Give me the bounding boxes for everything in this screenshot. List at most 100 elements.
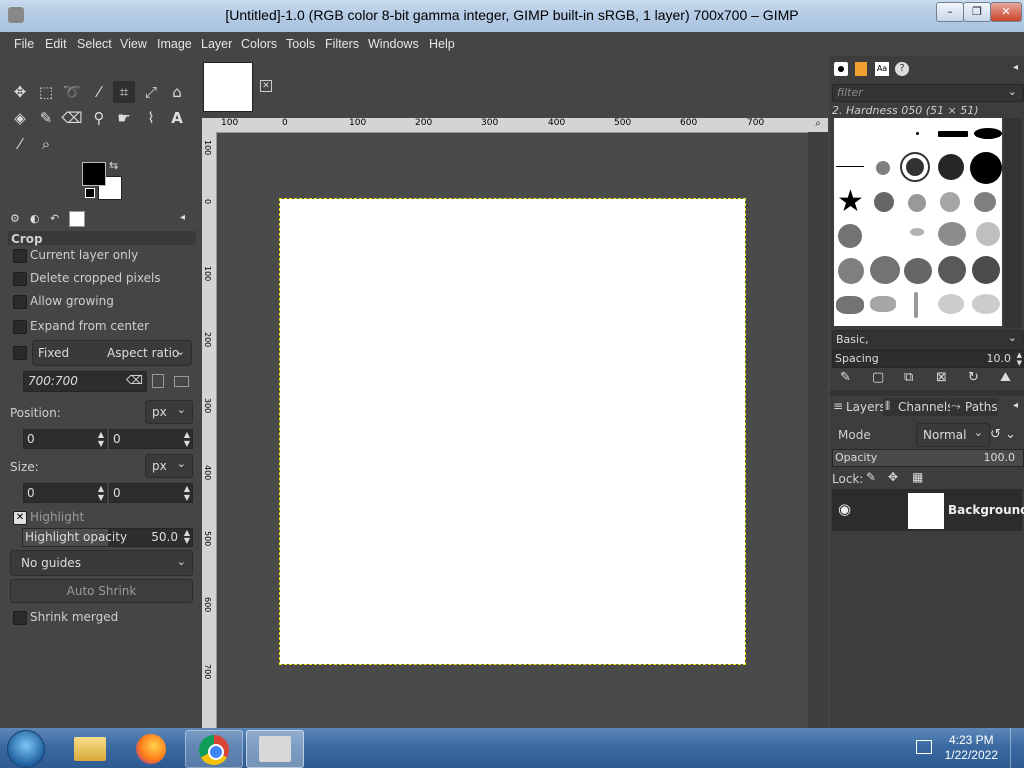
- highlight-checkbox[interactable]: ✕: [13, 511, 27, 525]
- allow-growing-checkbox[interactable]: [13, 295, 27, 309]
- quickmask-corner[interactable]: [202, 118, 216, 132]
- brush-item[interactable]: [870, 296, 896, 312]
- menu-select[interactable]: Select: [77, 37, 112, 51]
- menu-layer[interactable]: Layer: [201, 37, 232, 51]
- vertical-scrollbar[interactable]: [808, 132, 828, 728]
- menu-edit[interactable]: Edit: [45, 37, 67, 51]
- brush-item[interactable]: [904, 258, 932, 284]
- delete-brush-icon[interactable]: ⊠: [936, 370, 947, 385]
- dock-separator[interactable]: [830, 390, 1024, 396]
- menu-colors[interactable]: Colors: [241, 37, 277, 51]
- images-tab-icon[interactable]: [69, 211, 85, 227]
- brush-item[interactable]: [938, 131, 968, 137]
- close-image-tab-icon[interactable]: ✕: [260, 80, 272, 92]
- eye-icon[interactable]: ◉: [838, 500, 851, 518]
- clone-tool-icon[interactable]: ⚲: [88, 107, 110, 129]
- brush-item[interactable]: [836, 296, 864, 314]
- highlight-opacity-slider[interactable]: Highlight opacity 50.0 ▲ ▼: [22, 528, 193, 547]
- brush-item[interactable]: [938, 256, 966, 284]
- layers-tab[interactable]: ≡ Layers: [832, 398, 886, 416]
- brush-item[interactable]: [970, 152, 1002, 184]
- layer-row[interactable]: ◉ Background: [832, 489, 1024, 531]
- gimp-taskbar-icon[interactable]: [246, 730, 304, 768]
- warp-tool-icon[interactable]: ⌂: [166, 81, 188, 103]
- image-canvas[interactable]: [279, 198, 746, 665]
- text-tool-icon[interactable]: A: [166, 107, 188, 129]
- brush-item[interactable]: [910, 228, 924, 236]
- lock-pixels-icon[interactable]: ✎: [866, 470, 876, 484]
- guides-combo[interactable]: No guides ⌄: [10, 550, 193, 576]
- brush-item[interactable]: [874, 192, 894, 212]
- clear-field-icon[interactable]: ⌫: [126, 373, 143, 387]
- paths-tab[interactable]: ⤳ Paths: [950, 398, 998, 416]
- lock-position-icon[interactable]: ✥: [888, 470, 898, 484]
- spin-icon[interactable]: ▲ ▼: [184, 529, 190, 545]
- transform-tool-icon[interactable]: ⤢: [140, 81, 162, 103]
- close-button[interactable]: ✕: [990, 2, 1022, 22]
- default-colors-icon[interactable]: [85, 188, 95, 198]
- crop-tool-icon[interactable]: ⌗: [113, 81, 135, 103]
- brush-item[interactable]: [938, 154, 964, 180]
- channels-tab[interactable]: ⫴ Channels: [883, 398, 954, 416]
- show-desktop-button[interactable]: [1010, 728, 1024, 768]
- star-brush-icon[interactable]: ★: [837, 184, 864, 219]
- position-unit-combo[interactable]: px ⌄: [145, 400, 193, 424]
- menu-view[interactable]: View: [120, 37, 147, 51]
- expand-from-center-checkbox[interactable]: [13, 320, 27, 334]
- brush-tag-combo[interactable]: Basic, ⌄: [832, 330, 1024, 350]
- eraser-tool-icon[interactable]: ⌫: [61, 107, 83, 129]
- spin-icon[interactable]: ▲ ▼: [184, 430, 190, 448]
- reset-mode-icon[interactable]: ↺ ⌄: [990, 427, 1016, 442]
- fonts-tab-icon[interactable]: Aa: [875, 62, 889, 76]
- duplicate-brush-icon[interactable]: ⧉: [904, 370, 913, 385]
- menu-image[interactable]: Image: [157, 37, 192, 51]
- configure-tab-icon[interactable]: ◂: [180, 212, 185, 223]
- brush-item[interactable]: [908, 194, 926, 212]
- move-tool-icon[interactable]: ✥: [9, 81, 31, 103]
- open-brush-as-image-icon[interactable]: ⛰: [1000, 370, 1011, 385]
- size-width-input[interactable]: 0 ▲ ▼: [23, 483, 107, 503]
- brush-item[interactable]: [938, 222, 966, 246]
- brushes-tab-icon[interactable]: [834, 62, 848, 76]
- tool-options-tab-icon[interactable]: ⚙: [10, 212, 26, 226]
- fixed-aspect-combo[interactable]: Fixed Aspect ratio ⌄: [32, 340, 192, 366]
- swap-colors-icon[interactable]: ⇆: [109, 159, 118, 172]
- brush-item[interactable]: [916, 132, 919, 135]
- chrome-icon[interactable]: [185, 730, 243, 768]
- fixed-checkbox[interactable]: [13, 346, 27, 360]
- paths-tool-icon[interactable]: ⌇: [140, 107, 162, 129]
- landscape-icon[interactable]: [174, 376, 189, 387]
- brush-spacing-slider[interactable]: Spacing 10.0 ▲ ▼: [832, 350, 1024, 368]
- fuzzy-select-tool-icon[interactable]: ⁄: [88, 81, 110, 103]
- smudge-tool-icon[interactable]: ☛: [113, 107, 135, 129]
- brush-item[interactable]: [900, 152, 930, 182]
- brush-item[interactable]: [972, 256, 1000, 284]
- menu-tools[interactable]: Tools: [286, 37, 315, 51]
- aspect-ratio-input[interactable]: 700:700 ⌫: [23, 371, 147, 392]
- zoom-icon[interactable]: ⌕: [808, 118, 828, 132]
- system-clock[interactable]: 4:23 PM 1/22/2022: [945, 733, 998, 763]
- spin-icon[interactable]: ▲ ▼: [184, 484, 190, 502]
- menu-windows[interactable]: Windows: [368, 37, 419, 51]
- auto-shrink-button[interactable]: Auto Shrink: [10, 579, 193, 603]
- lock-alpha-icon[interactable]: ▦: [912, 470, 923, 484]
- brush-item[interactable]: [914, 292, 918, 318]
- spin-icon[interactable]: ▲ ▼: [98, 484, 104, 502]
- spin-icon[interactable]: ▲ ▼: [1017, 351, 1022, 367]
- position-y-input[interactable]: 0 ▲ ▼: [109, 429, 193, 449]
- brush-item[interactable]: [974, 192, 996, 212]
- shrink-merged-checkbox[interactable]: [13, 611, 27, 625]
- start-button-icon[interactable]: [7, 730, 45, 768]
- refresh-brushes-icon[interactable]: ↻: [968, 370, 979, 385]
- edit-brush-icon[interactable]: ✎: [840, 370, 851, 385]
- maximize-button[interactable]: ❐: [963, 2, 991, 22]
- new-brush-icon[interactable]: ▢: [872, 370, 884, 385]
- rect-select-tool-icon[interactable]: ⬚: [35, 81, 57, 103]
- portrait-icon[interactable]: [152, 374, 164, 388]
- brush-item[interactable]: [838, 258, 864, 284]
- menu-filters[interactable]: Filters: [325, 37, 359, 51]
- network-icon[interactable]: [916, 740, 932, 754]
- configure-tab-icon[interactable]: ◂: [1013, 62, 1018, 73]
- layer-opacity-slider[interactable]: Opacity 100.0: [832, 449, 1024, 467]
- position-x-input[interactable]: 0 ▲ ▼: [23, 429, 107, 449]
